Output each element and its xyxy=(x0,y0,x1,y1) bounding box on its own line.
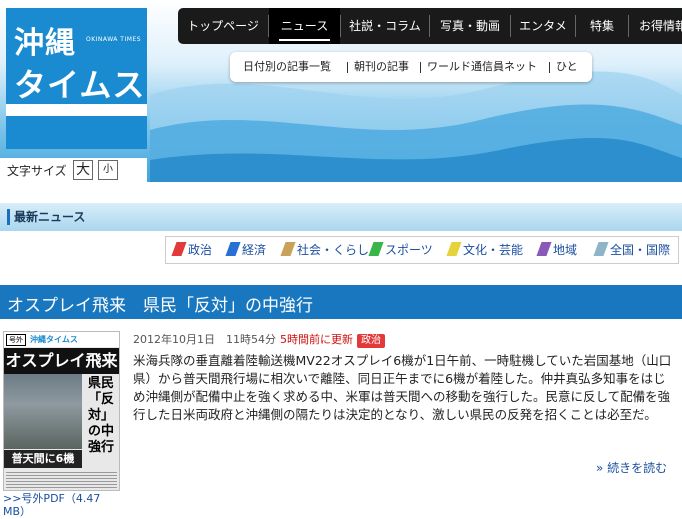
article-date: 2012年10月1日 11時54分 xyxy=(133,333,276,346)
article-headline-bar: オスプレイ飛来 県民「反対」の中強行 xyxy=(0,285,682,319)
section-title: 最新ニュース xyxy=(14,210,86,224)
article-category-badge[interactable]: 政治 xyxy=(356,334,385,348)
font-size-control: 文字サイズ 大 小 xyxy=(0,158,147,182)
subnav-people[interactable]: ひと xyxy=(556,52,578,82)
nav-top-page[interactable]: トップページ xyxy=(178,8,268,44)
thumb-brand: 沖縄タイムス xyxy=(30,335,78,344)
yellow-flag-icon xyxy=(446,242,462,256)
site-header: 沖縄 OKINAWA TIMES タイムス 文字サイズ 大 小 トップページ ニ… xyxy=(0,0,682,182)
font-size-large-button[interactable]: 大 xyxy=(73,160,93,180)
category-sports[interactable]: スポーツ xyxy=(368,241,433,259)
tan-flag-icon xyxy=(280,242,296,256)
category-label: 文化・芸能 xyxy=(463,243,524,257)
section-bar: 最新ニュース xyxy=(0,203,682,231)
category-bar: 政治 経済 社会・くらし スポーツ 文化・芸能 地域 全国・国際 xyxy=(165,236,679,264)
category-region[interactable]: 地域 xyxy=(536,241,578,259)
blue-flag-icon xyxy=(225,242,241,256)
nav-editorial-column[interactable]: 社説・コラム xyxy=(341,8,429,44)
thumb-body-lines xyxy=(6,472,117,488)
site-logo[interactable]: 沖縄 OKINAWA TIMES タイムス xyxy=(6,8,147,149)
subnav-articles-by-date[interactable]: 日付別の記事一覧 xyxy=(243,52,331,82)
thumb-title: オスプレイ飛来 xyxy=(4,348,119,374)
thumb-subhead: 普天間に6機 xyxy=(4,450,82,468)
nav-photo-video[interactable]: 写真・動画 xyxy=(430,8,510,44)
gray-blue-flag-icon xyxy=(593,242,609,256)
extra-edition-thumbnail[interactable]: 号外 沖縄タイムス オスプレイ飛来 県民「反対」の中強行 普天間に6機 xyxy=(3,331,120,491)
main-navigation: トップページ ニュース 社説・コラム 写真・動画 エンタメ 特集 お得情報 xyxy=(178,8,682,44)
thumb-tag: 号外 xyxy=(6,334,26,346)
thumb-vertical-headline: 県民「反対」の中強行 xyxy=(87,376,114,455)
green-flag-icon xyxy=(368,242,384,256)
category-label: 地域 xyxy=(553,243,578,257)
purple-flag-icon xyxy=(536,242,552,256)
category-national-international[interactable]: 全国・国際 xyxy=(593,241,671,259)
logo-english: OKINAWA TIMES xyxy=(86,36,142,43)
subnav-world-correspondents[interactable]: ワールド通信員ネット xyxy=(427,52,537,82)
category-label: 全国・国際 xyxy=(610,243,671,257)
nav-deals[interactable]: お得情報 xyxy=(629,8,682,44)
red-flag-icon xyxy=(171,242,187,256)
category-label: 政治 xyxy=(188,243,213,257)
logo-text-line2: タイムス xyxy=(14,66,146,104)
category-society[interactable]: 社会・くらし xyxy=(280,241,370,259)
read-more-link[interactable]: » 続きを読む xyxy=(596,459,667,476)
article-meta: 2012年10月1日 11時54分 5時間前に更新 政治 xyxy=(133,331,385,348)
font-size-small-button[interactable]: 小 xyxy=(98,160,118,180)
category-label: 社会・くらし xyxy=(297,243,370,257)
article-headline[interactable]: オスプレイ飛来 県民「反対」の中強行 xyxy=(7,291,313,316)
category-culture[interactable]: 文化・芸能 xyxy=(446,241,524,259)
logo-text-line1: 沖縄 xyxy=(14,26,76,61)
subnav-morning-edition[interactable]: 朝刊の記事 xyxy=(354,52,409,82)
font-size-label: 文字サイズ xyxy=(7,164,67,178)
category-economy[interactable]: 経済 xyxy=(225,241,267,259)
article-updated: 5時間前に更新 xyxy=(279,333,353,346)
category-politics[interactable]: 政治 xyxy=(171,241,213,259)
sub-navigation: 日付別の記事一覧 朝刊の記事 ワールド通信員ネット ひと xyxy=(230,52,592,82)
article-body: 米海兵隊の垂直離着陸輸送機MV22オスプレイ6機が1日午前、一時駐機していた岩国… xyxy=(133,353,672,422)
thumb-photo xyxy=(4,374,82,449)
nav-features[interactable]: 特集 xyxy=(576,8,628,44)
pdf-download-link[interactable]: >>号外PDF（4.47 MB） xyxy=(3,492,118,518)
nav-news[interactable]: ニュース xyxy=(269,8,340,44)
section-accent xyxy=(7,209,10,225)
category-label: 経済 xyxy=(242,243,267,257)
category-label: スポーツ xyxy=(385,243,433,257)
nav-entertainment[interactable]: エンタメ xyxy=(511,8,575,44)
